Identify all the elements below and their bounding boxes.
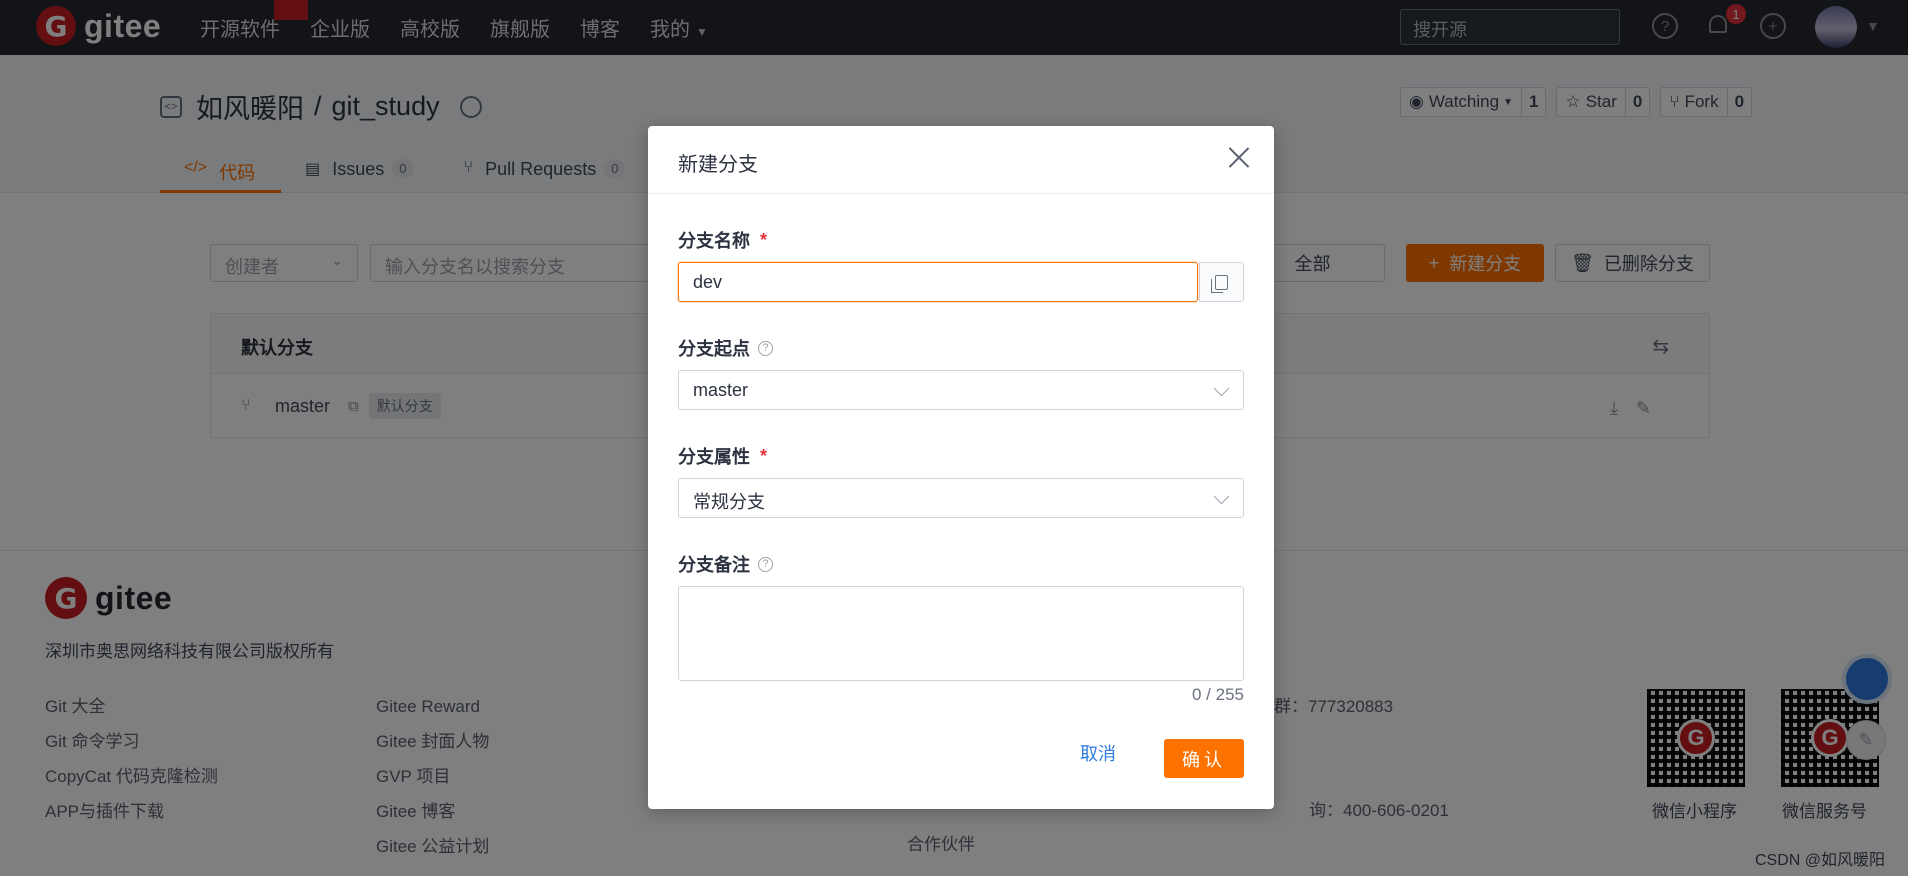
branch-remark-label: 分支备注? [678, 551, 773, 577]
branch-origin-select[interactable]: master [678, 370, 1244, 410]
branch-origin-label: 分支起点? [678, 335, 773, 361]
help-icon[interactable]: ? [758, 556, 773, 572]
dialog-title: 新建分支 [678, 154, 758, 176]
branch-attr-value: 常规分支 [693, 492, 765, 512]
confirm-button[interactable]: 确认 [1164, 739, 1244, 778]
branch-origin-label-text: 分支起点 [678, 339, 750, 359]
branch-origin-value: master [693, 380, 749, 400]
copy-icon [1211, 274, 1228, 293]
dialog-header: 新建分支 [648, 126, 1274, 194]
chevron-down-icon [1213, 488, 1230, 505]
required-mark: * [760, 229, 768, 250]
help-icon[interactable]: ? [758, 340, 773, 356]
remark-char-counter: 0 / 255 [1192, 685, 1244, 704]
branch-attr-label: 分支属性 * [678, 443, 767, 469]
branch-attr-select[interactable]: 常规分支 [678, 478, 1244, 518]
branch-remark-textarea[interactable] [678, 586, 1244, 681]
branch-name-label: 分支名称 * [678, 227, 767, 253]
close-icon[interactable] [1226, 144, 1252, 170]
new-branch-dialog: 新建分支 分支名称 * dev 分支起点? master 分支属性 * 常规分支 分… [648, 126, 1274, 809]
branch-name-label-text: 分支名称 [678, 231, 750, 251]
copy-button[interactable] [1199, 262, 1244, 302]
branch-attr-label-text: 分支属性 [678, 447, 750, 467]
chevron-down-icon [1213, 380, 1230, 397]
branch-name-input[interactable]: dev [678, 262, 1198, 302]
cancel-button[interactable]: 取消 [1080, 740, 1116, 766]
branch-remark-label-text: 分支备注 [678, 555, 750, 575]
required-mark: * [760, 445, 768, 466]
